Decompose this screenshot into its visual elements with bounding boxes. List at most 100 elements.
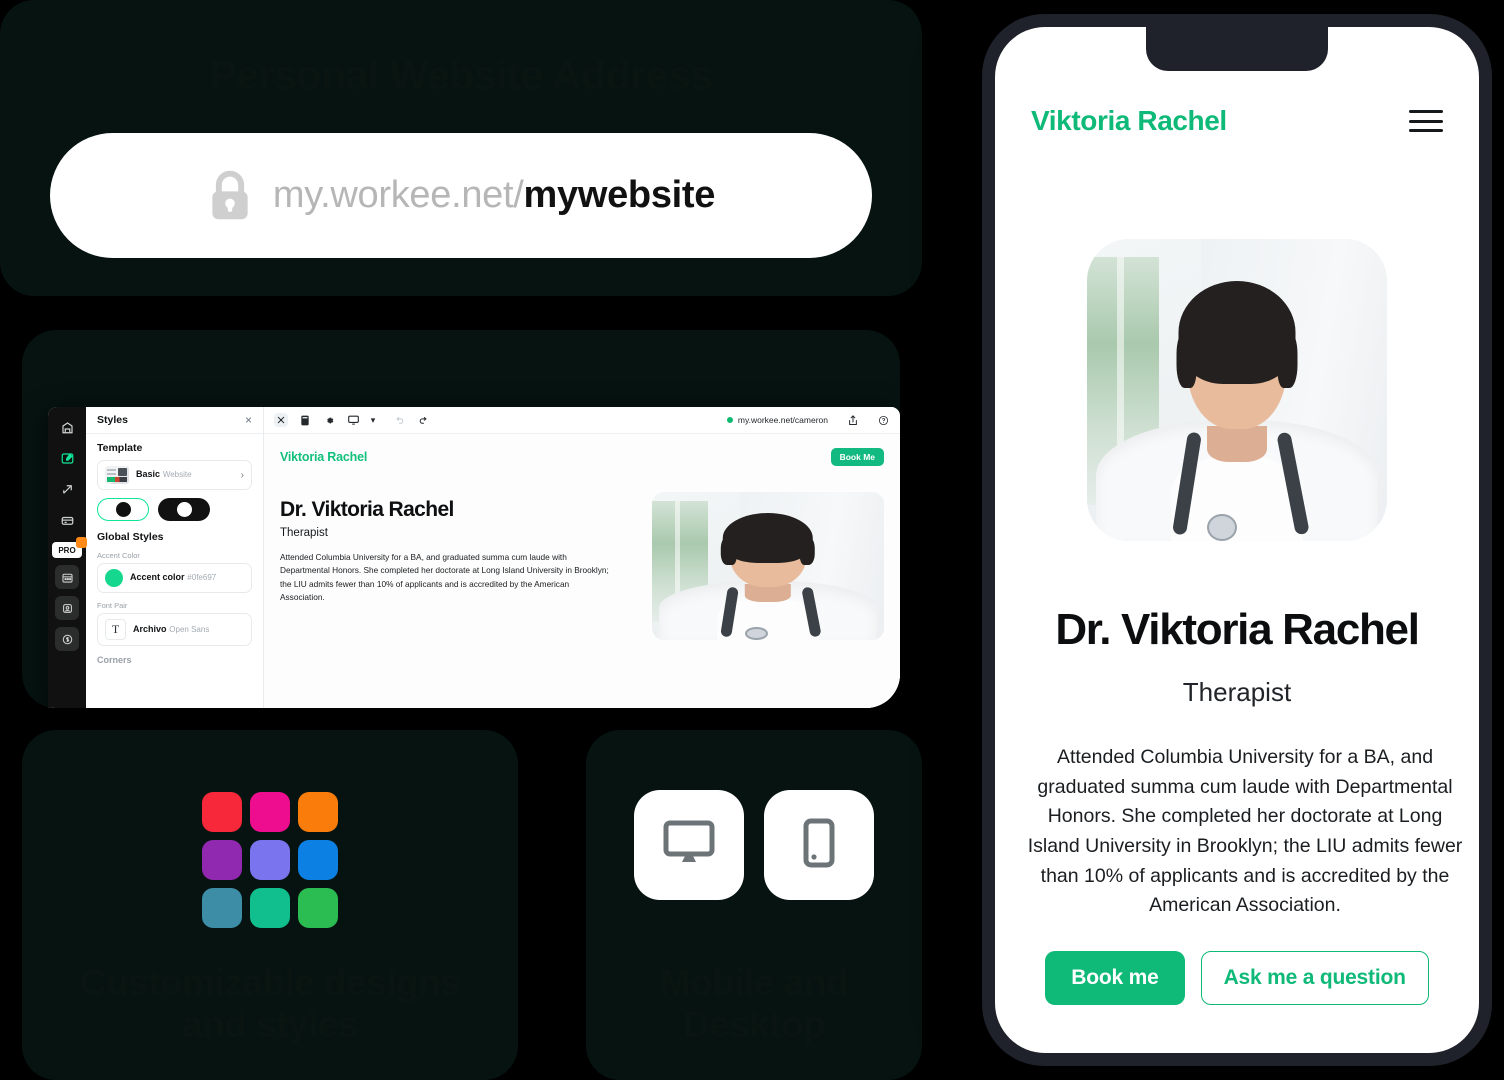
template-selector-row[interactable]: Basic Website › — [97, 460, 252, 490]
font-pair-row[interactable]: T Archivo Open Sans — [97, 613, 252, 646]
styles-panel-title: Styles — [97, 414, 128, 426]
preview-heading: Dr. Viktoria Rachel — [280, 498, 454, 521]
close-icon[interactable]: × — [245, 414, 252, 426]
desktop-tile[interactable] — [634, 790, 744, 900]
font-secondary-name: Open Sans — [169, 624, 210, 634]
sidebar-item-home[interactable] — [55, 415, 79, 439]
font-text: Archivo Open Sans — [133, 624, 244, 635]
book-me-button[interactable]: Book me — [1045, 951, 1185, 1005]
sidebar-item-card[interactable] — [55, 508, 79, 532]
editor-window: PRO Styles × Template Basic Website › Gl… — [48, 407, 900, 708]
device-icon-group — [634, 790, 874, 900]
accent-color-label: Accent Color — [97, 551, 140, 560]
help-circle-icon[interactable] — [876, 413, 890, 427]
preview-url[interactable]: my.workee.net/cameron — [726, 415, 828, 425]
preview-content: Viktoria Rachel Book Me Dr. Viktoria Rac… — [264, 434, 900, 708]
global-styles-heading: Global Styles — [97, 531, 164, 543]
preview-book-button[interactable]: Book Me — [830, 448, 884, 466]
accent-color-hex: #0fe697 — [187, 573, 217, 583]
website-url-field[interactable]: my.workee.net/mywebsite — [50, 133, 872, 258]
font-pair-label: Font Pair — [97, 601, 128, 610]
pro-badge-label: PRO — [58, 545, 76, 555]
phone-screen: Viktoria Rachel Dr. Viktoria Rachel Ther… — [995, 27, 1479, 1053]
palette-swatch-orange[interactable] — [298, 792, 338, 832]
preview-brand: Viktoria Rachel — [280, 450, 368, 464]
styles-panel: Styles × Template Basic Website › Global… — [86, 407, 264, 708]
lock-icon — [207, 170, 253, 222]
palette-swatch-green[interactable] — [298, 888, 338, 928]
sidebar-item-earnings[interactable] — [55, 627, 79, 651]
preview-hero-text: Dr. Viktoria Rachel Therapist Attended C… — [280, 498, 634, 640]
url-slug: mywebsite — [523, 174, 716, 216]
phone-action-buttons: Book me Ask me a question — [995, 951, 1479, 1005]
theme-toggle-group — [97, 498, 252, 521]
palette-swatch-teal[interactable] — [250, 888, 290, 928]
preview-hero: Dr. Viktoria Rachel Therapist Attended C… — [264, 466, 900, 640]
chevron-right-icon: › — [240, 469, 244, 481]
editor-toolbar: ▾ my.workee.net/cameron — [264, 407, 900, 434]
template-thumbnail-icon — [105, 466, 129, 484]
accent-text: Accent color #0fe697 — [130, 572, 244, 583]
phone-portrait-image — [1087, 239, 1387, 541]
palette-swatch-steel[interactable] — [202, 888, 242, 928]
undo-icon[interactable] — [392, 413, 406, 427]
mobile-phone-icon — [802, 817, 836, 874]
sidebar-item-edit-website[interactable] — [55, 446, 79, 470]
phone-site-header: Viktoria Rachel — [995, 105, 1479, 137]
personal-website-address-card: Personal Website Address my.workee.net/m… — [0, 0, 922, 296]
typography-icon: T — [105, 619, 126, 640]
palette-swatch-periwinkle[interactable] — [250, 840, 290, 880]
sidebar-item-profile[interactable] — [55, 596, 79, 620]
palette-swatch-red[interactable] — [202, 792, 242, 832]
devices-card-caption: Mobile and Desktop — [659, 962, 849, 1046]
preview-bio: Attended Columbia University for a BA, a… — [280, 552, 609, 603]
editor-preview-pane: ▾ my.workee.net/cameron Viktoria Rachel … — [264, 407, 900, 708]
flame-icon — [76, 537, 87, 548]
phone-person-name: Dr. Viktoria Rachel — [1055, 605, 1420, 654]
template-heading: Template — [97, 442, 143, 454]
palette-swatch-purple[interactable] — [202, 840, 242, 880]
pro-badge[interactable]: PRO — [52, 537, 87, 558]
styles-icon[interactable] — [274, 413, 288, 427]
phone-mockup: Viktoria Rachel Dr. Viktoria Rachel Ther… — [982, 14, 1492, 1066]
url-domain: my.workee.net/ — [272, 174, 524, 216]
hamburger-menu-icon[interactable] — [1409, 110, 1443, 132]
mobile-tile[interactable] — [764, 790, 874, 900]
dark-theme-toggle[interactable] — [158, 498, 210, 521]
mobile-and-desktop-card: Mobile and Desktop — [586, 730, 922, 1080]
accent-color-row[interactable]: Accent color #0fe697 — [97, 563, 252, 593]
palette-swatch-magenta[interactable] — [250, 792, 290, 832]
website-editor-card: PRO Styles × Template Basic Website › Gl… — [22, 330, 900, 708]
template-name: Basic — [136, 469, 161, 480]
status-dot-icon — [726, 417, 733, 423]
sidebar-item-calendar[interactable] — [55, 565, 79, 589]
template-type: Website — [162, 470, 192, 480]
preview-portrait-image — [652, 492, 884, 640]
styles-panel-body: Template Basic Website › Global Styles A… — [86, 434, 263, 665]
preview-site-header: Viktoria Rachel Book Me — [264, 448, 900, 466]
phone-notch — [1146, 27, 1328, 71]
dark-theme-dot-icon — [176, 502, 192, 517]
redo-icon[interactable] — [416, 413, 430, 427]
website-url-text: my.workee.net/mywebsite — [272, 174, 716, 217]
light-theme-toggle[interactable] — [97, 498, 149, 521]
corners-heading: Corners — [97, 655, 132, 665]
phone-person-role: Therapist — [1182, 677, 1292, 707]
share-icon[interactable] — [846, 413, 860, 427]
preview-url-text: my.workee.net/cameron — [737, 415, 828, 425]
font-primary-name: Archivo — [133, 623, 167, 634]
palette-swatch-blue[interactable] — [298, 840, 338, 880]
page-root: Personal Website Address my.workee.net/m… — [0, 0, 1504, 1080]
chevron-down-icon[interactable]: ▾ — [370, 413, 376, 427]
ask-me-a-question-button[interactable]: Ask me a question — [1200, 951, 1429, 1005]
editor-sidebar: PRO — [48, 407, 87, 708]
settings-gear-icon[interactable] — [322, 413, 336, 427]
sidebar-item-share[interactable] — [55, 477, 79, 501]
color-palette-grid — [202, 792, 338, 928]
template-text: Basic Website — [136, 469, 234, 480]
customizable-designs-card: Customizable designs and styles — [22, 730, 518, 1080]
mobile-view-icon[interactable] — [298, 413, 312, 427]
desktop-view-icon[interactable] — [346, 413, 360, 427]
accent-color-swatch — [105, 569, 123, 587]
designs-card-caption: Customizable designs and styles — [79, 962, 461, 1046]
